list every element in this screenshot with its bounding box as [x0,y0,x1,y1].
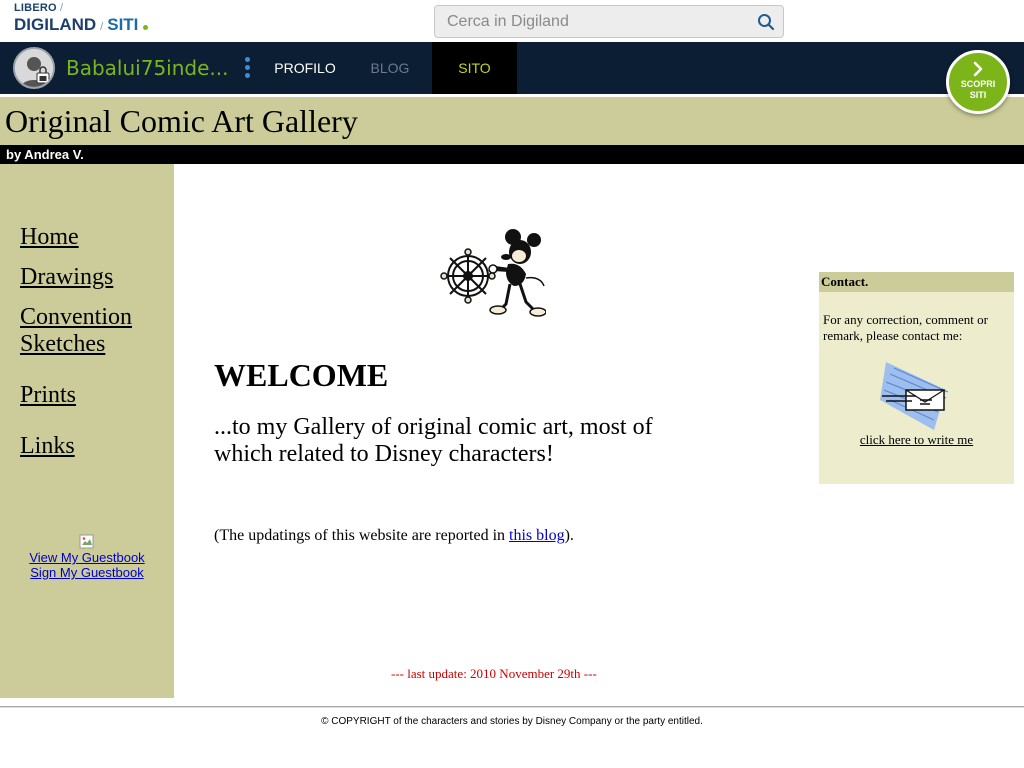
update-note-suffix: ). [564,527,574,544]
chevron-right-icon [973,61,983,77]
update-note-prefix: (The updatings of this website are repor… [214,527,510,544]
user-avatar-icon [15,49,53,87]
search-box [434,5,784,38]
byline-bar: by Andrea V. [0,145,1024,164]
tab-profilo[interactable]: PROFILO [260,42,350,94]
search-icon[interactable] [757,13,775,31]
logo-digiland: DIGILAND [14,15,97,34]
intro-text: ...to my Gallery of original comic art, … [214,414,653,467]
sidebar-link-home[interactable]: Home [20,224,79,251]
sign-guestbook-link[interactable]: Sign My Guestbook [0,565,174,580]
copyright-text: © COPYRIGHT of the characters and storie… [321,716,703,727]
avatar[interactable] [13,47,55,89]
digiland-logo[interactable]: LIBERO / DIGILAND / SITI [14,2,149,34]
blog-link[interactable]: this blog [509,527,565,544]
flying-envelope-icon[interactable] [876,360,958,432]
view-guestbook-link[interactable]: View My Guestbook [0,550,174,565]
sidebar-link-prints[interactable]: Prints [20,382,76,409]
contact-heading: Contact. [819,272,1014,292]
site-nav-bar: Babalui75inde... PROFILO BLOG SITO [0,42,1024,94]
welcome-heading: WELCOME [214,357,389,393]
contact-box: Contact. For any correction, comment or … [819,272,1014,484]
sidebar-link-drawings[interactable]: Drawings [20,264,113,291]
tab-blog[interactable]: BLOG [350,42,430,94]
more-options-icon[interactable] [243,57,251,81]
contact-text: For any correction, comment or remark, p… [823,312,988,343]
scopri-label: SCOPRI [960,79,996,89]
logo-libero: LIBERO [14,2,57,14]
sidebar-link-convention-sketches[interactable]: Convention Sketches [20,304,160,358]
portal-header: LIBERO / DIGILAND / SITI [0,0,1024,42]
tab-sito[interactable]: SITO [432,42,517,94]
footer-divider [0,706,1024,708]
siti-label: SITI [969,90,987,100]
site-byline: by Andrea V. [6,147,84,162]
sidebar-link-links[interactable]: Links [20,433,75,460]
scopri-siti-button[interactable]: SCOPRI SITI [946,50,1010,114]
site-title-bar: Original Comic Art Gallery [0,97,1024,145]
update-note: (The updatings of this website are repor… [214,527,574,545]
site-title: Original Comic Art Gallery [5,103,358,139]
broken-image-icon [79,534,94,549]
steamboat-mickey-image [440,229,546,317]
last-update-text: --- last update: 2010 November 29th --- [391,666,597,681]
search-input[interactable] [435,6,745,37]
logo-siti: SITI [107,15,139,34]
sidebar: Home Drawings Convention Sketches Prints… [0,164,174,698]
profile-username[interactable]: Babalui75inde... [66,56,228,80]
write-me-link[interactable]: click here to write me [819,432,1014,448]
